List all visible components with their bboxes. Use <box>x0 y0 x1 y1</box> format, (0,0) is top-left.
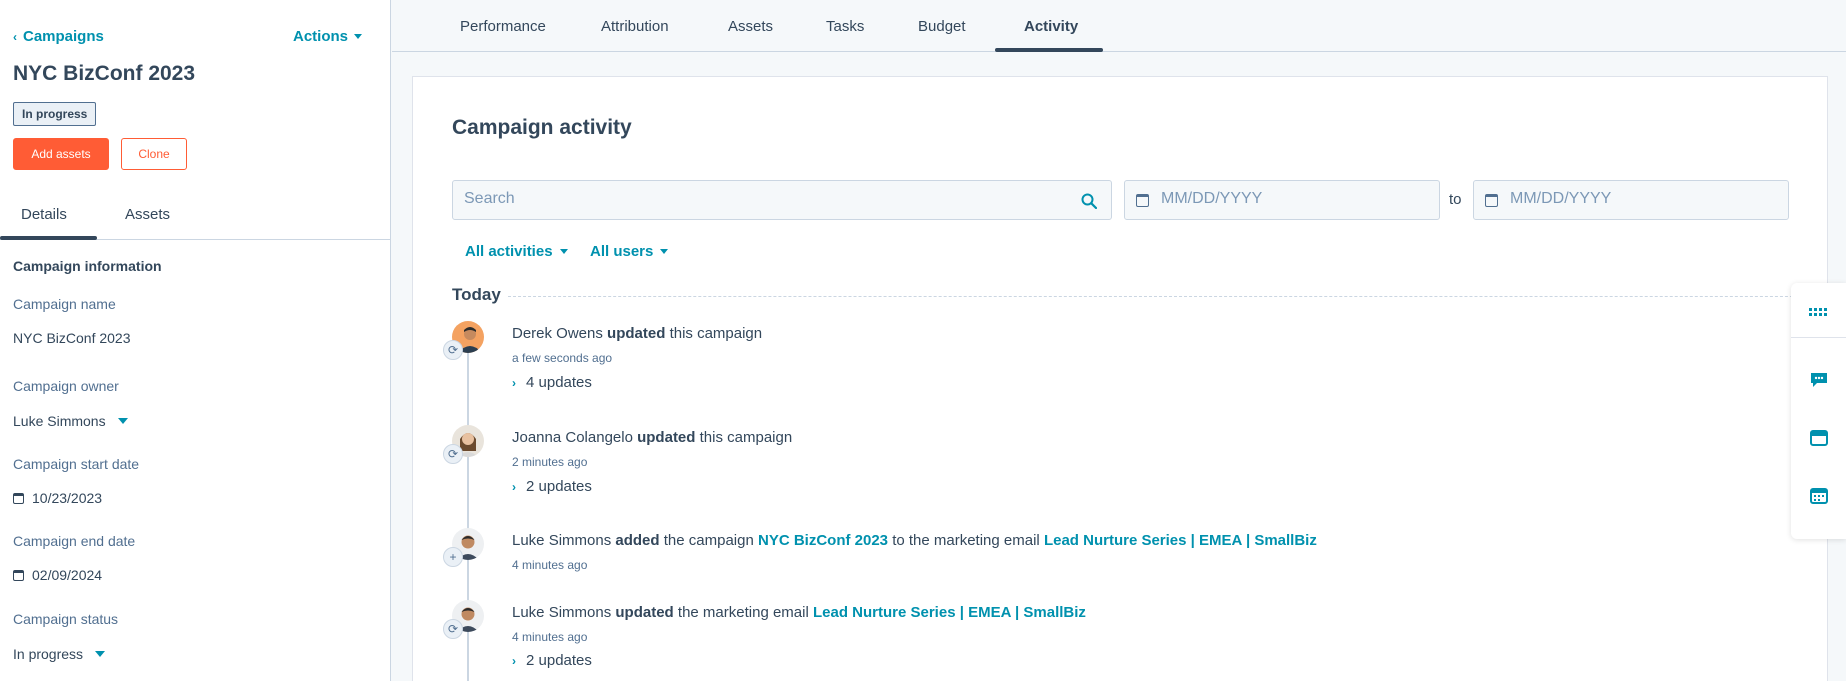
calendar-icon <box>13 492 24 504</box>
back-link-label: Campaigns <box>23 28 104 45</box>
activity-entry-2-updates-toggle[interactable]: › 2 updates <box>512 478 592 495</box>
date-to-input[interactable] <box>1510 190 1770 208</box>
chat-icon[interactable] <box>1809 371 1829 389</box>
campaign-name-text: NYC BizConf 2023 <box>13 330 131 346</box>
caret-down-icon <box>354 34 363 39</box>
app-root: ‹ Campaigns Actions NYC BizConf 2023 In … <box>0 0 1846 681</box>
updates-count: 2 updates <box>526 652 592 669</box>
activity-entry-1-text: Derek Owens updated this campaign <box>512 325 763 342</box>
clone-button[interactable]: Clone <box>121 138 187 170</box>
chevron-right-icon: › <box>512 375 516 390</box>
left-sidebar: ‹ Campaigns Actions NYC BizConf 2023 In … <box>0 0 391 681</box>
campaign-link[interactable]: NYC BizConf 2023 <box>758 532 888 549</box>
campaign-status-text: In progress <box>13 646 84 662</box>
page-title: Campaign activity <box>452 116 632 139</box>
tab-details[interactable]: Details <box>21 206 67 223</box>
marketing-email-link[interactable]: Lead Nurture Series | EMEA | SmallBiz <box>813 604 1086 621</box>
date-from-field <box>1124 180 1440 220</box>
calendar-icon[interactable] <box>1809 486 1829 504</box>
activity-entry-3-time: 4 minutes ago <box>512 558 588 572</box>
campaign-end-date-value[interactable]: 02/09/2024 <box>13 567 102 583</box>
activity-entry-4-text: Luke Simmons updated the marketing email… <box>512 604 1086 621</box>
marketing-email-link[interactable]: Lead Nurture Series | EMEA | SmallBiz <box>1044 532 1317 549</box>
campaign-owner-label: Campaign owner <box>13 378 119 394</box>
campaign-name-value[interactable]: NYC BizConf 2023 <box>13 330 131 346</box>
activity-entry-3-text: Luke Simmons added the campaign NYC BizC… <box>512 532 1317 549</box>
status-badge: In progress <box>13 102 97 126</box>
tab-assets[interactable]: Assets <box>125 206 170 223</box>
activity-card <box>412 76 1828 681</box>
active-tab-indicator <box>0 236 97 240</box>
rail-divider <box>1791 337 1846 338</box>
date-from-input[interactable] <box>1161 190 1421 208</box>
campaign-start-date-text: 10/23/2023 <box>32 490 103 506</box>
campaign-end-date-text: 02/09/2024 <box>32 567 103 583</box>
today-heading: Today <box>452 285 501 304</box>
all-users-filter[interactable]: All users <box>590 243 669 260</box>
chevron-left-icon: ‹ <box>13 29 17 44</box>
all-activities-filter[interactable]: All activities <box>465 243 568 260</box>
search-input[interactable] <box>464 190 1064 208</box>
caret-down-icon <box>117 418 128 424</box>
chevron-right-icon: › <box>512 479 516 494</box>
active-tab-indicator <box>995 48 1103 52</box>
tab-assets-top[interactable]: Assets <box>728 18 773 35</box>
tab-attribution[interactable]: Attribution <box>601 18 669 35</box>
date-to-field <box>1473 180 1789 220</box>
plus-icon: + <box>443 547 463 567</box>
sidebar-tabs: Details Assets <box>0 198 391 240</box>
activity-entry-2-text: Joanna Colangelo updated this campaign <box>512 429 793 446</box>
date-range-to-label: to <box>1449 191 1462 208</box>
all-users-label: All users <box>590 243 654 260</box>
calendar-icon <box>1485 194 1498 207</box>
campaign-status-dropdown[interactable]: In progress <box>13 646 106 662</box>
section-title: Campaign information <box>13 258 162 274</box>
right-side-rail <box>1791 283 1846 539</box>
campaign-start-date-value[interactable]: 10/23/2023 <box>13 490 102 506</box>
back-to-campaigns-link[interactable]: ‹ Campaigns <box>13 28 104 45</box>
tab-budget[interactable]: Budget <box>918 18 966 35</box>
calendar-icon <box>1136 194 1149 207</box>
chevron-right-icon: › <box>512 653 516 668</box>
calendar-icon <box>13 569 24 581</box>
actions-dropdown[interactable]: Actions <box>293 28 363 45</box>
activity-entry-1-time: a few seconds ago <box>512 351 613 365</box>
sync-icon: ⟳ <box>443 340 463 360</box>
add-assets-button[interactable]: Add assets <box>13 138 109 170</box>
campaign-owner-text: Luke Simmons <box>13 413 106 429</box>
campaign-title: NYC BizConf 2023 <box>13 62 196 85</box>
today-divider <box>508 296 1828 297</box>
top-nav: Performance Attribution Assets Tasks Bud… <box>392 0 1846 52</box>
caret-down-icon <box>660 249 669 254</box>
caret-down-icon <box>95 651 106 657</box>
campaign-status-label: Campaign status <box>13 611 119 627</box>
grid-icon[interactable] <box>1809 303 1829 321</box>
campaign-name-label: Campaign name <box>13 296 116 312</box>
activity-entry-1-updates-toggle[interactable]: › 4 updates <box>512 374 592 391</box>
tab-tasks[interactable]: Tasks <box>826 18 864 35</box>
caret-down-icon <box>559 249 568 254</box>
tab-performance[interactable]: Performance <box>460 18 546 35</box>
all-activities-label: All activities <box>465 243 553 260</box>
search-box <box>452 180 1112 220</box>
activity-entry-2-time: 2 minutes ago <box>512 455 588 469</box>
actions-label: Actions <box>293 28 349 45</box>
activity-entry-4-time: 4 minutes ago <box>512 630 588 644</box>
inbox-icon[interactable] <box>1809 429 1829 447</box>
updates-count: 4 updates <box>526 374 592 391</box>
campaign-start-date-label: Campaign start date <box>13 456 140 472</box>
sync-icon: ⟳ <box>443 619 463 639</box>
search-icon[interactable] <box>1081 193 1097 209</box>
activity-entry-4-updates-toggle[interactable]: › 2 updates <box>512 652 592 669</box>
sync-icon: ⟳ <box>443 444 463 464</box>
campaign-owner-dropdown[interactable]: Luke Simmons <box>13 413 128 429</box>
updates-count: 2 updates <box>526 478 592 495</box>
tab-activity[interactable]: Activity <box>1024 18 1078 35</box>
campaign-end-date-label: Campaign end date <box>13 533 136 549</box>
